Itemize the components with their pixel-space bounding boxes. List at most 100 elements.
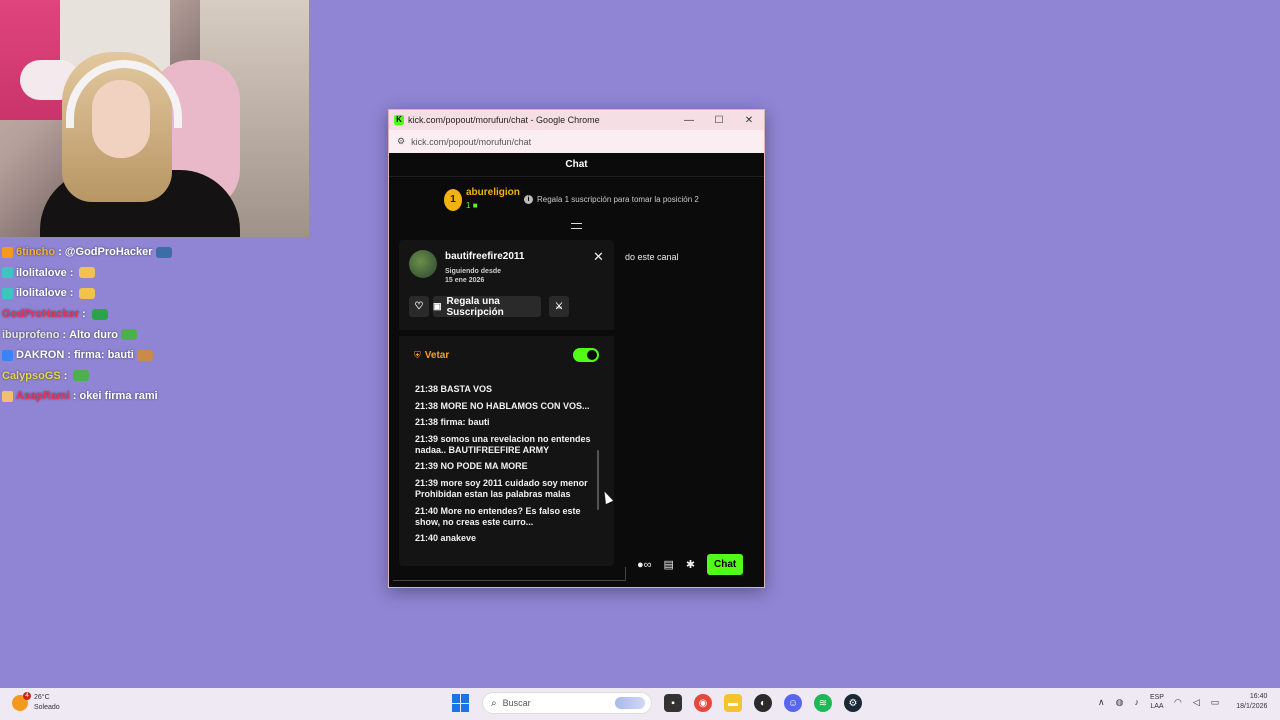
leaderboard-user[interactable]: abureligion: [466, 187, 520, 198]
send-chat-button[interactable]: Chat: [707, 554, 744, 575]
following-since: Siguiendo desde 15 ene 2026: [445, 267, 501, 285]
start-button[interactable]: [452, 694, 470, 712]
overlay-chat-separator: :: [69, 287, 74, 300]
history-message: 21:39 NO PODE MA MORE: [415, 461, 528, 472]
overlay-chat-line: ilolitalove:: [2, 283, 302, 304]
overlay-chat-separator: :: [58, 246, 62, 259]
minimize-icon[interactable]: —: [674, 115, 704, 126]
system-tray: ∧ ◍ ♪ ESP LAA ◠ ◁ ▭ 16:40 18/1/2026: [1098, 692, 1267, 712]
weather-widget[interactable]: 4 26°C Soleado: [12, 692, 60, 713]
toggle-knob: [587, 350, 597, 360]
wifi-icon[interactable]: ◠: [1174, 697, 1182, 708]
card-username[interactable]: bautifreefire2011: [445, 251, 525, 262]
history-message: 21:38 BASTA VOS: [415, 384, 493, 394]
overlay-chat-user: ibuprofeno: [2, 328, 60, 341]
overlay-chat-line: ibuprofeno: Alto duro: [2, 324, 302, 345]
chat-header: Chat: [389, 153, 764, 177]
points-icon[interactable]: ●∞: [637, 559, 652, 571]
network-icon[interactable]: ◍: [1116, 697, 1124, 708]
drag-handle-icon[interactable]: [571, 223, 582, 229]
user-badge-icon: [2, 349, 13, 361]
leaderboard-count-value: 1: [466, 201, 471, 210]
overlay-chat: 6tincho: @GodProHacker ilolitalove: ilolita…: [2, 242, 302, 407]
mod-tools-button[interactable]: ⚔: [549, 296, 569, 317]
url-text: kick.com/popout/morufun/chat: [411, 136, 532, 147]
battery-icon[interactable]: ▭: [1211, 697, 1220, 708]
overlay-chat-line: ilolitalove:: [2, 263, 302, 284]
overlay-chat-message: @GodProHacker: [64, 246, 153, 259]
taskbar-center: ⌕ Buscar ▪ ◉ ▬ ◐ ☺ ≋ ⚙: [452, 692, 862, 714]
weather-desc: Soleado: [34, 704, 60, 711]
overlay-chat-user: AsapRami: [16, 390, 70, 403]
overlay-chat-separator: :: [62, 328, 67, 341]
ban-row: ⛨ Vetar: [414, 348, 599, 362]
task-view-icon[interactable]: ▪: [664, 694, 682, 712]
chrome-popup-window: K kick.com/popout/morufun/chat - Google …: [388, 109, 765, 588]
leaderboard-info-text: Regala 1 suscripción para tomar la posic…: [537, 195, 699, 204]
overlay-chat-separator: :: [69, 266, 74, 279]
gift-sub-button[interactable]: ▣ Regala una Suscripción: [433, 296, 541, 318]
steam-icon[interactable]: ⚙: [844, 694, 862, 712]
leaderboard-count: 1 ■: [466, 201, 478, 210]
search-highlight-icon: [615, 697, 645, 709]
overlay-chat-user: DAKRON: [16, 349, 65, 362]
chevron-up-icon[interactable]: ∧: [1098, 697, 1105, 708]
avatar: [409, 250, 437, 278]
card-divider: [399, 330, 614, 336]
emote-icon: [91, 308, 108, 320]
gift-icon: ▣: [433, 301, 442, 311]
history-message: 21:38 MORE NO HABLAMOS CON VOS...: [415, 400, 590, 411]
overlay-chat-message: okei firma rami: [79, 390, 158, 403]
volume-icon[interactable]: ◁: [1193, 697, 1200, 708]
following-label: Siguiendo desde: [445, 268, 502, 275]
notification-badge: 4: [23, 692, 31, 700]
overlay-chat-user: CalypsoGS: [2, 369, 61, 382]
chat-toolbar: ●∞ ▤ ✱ Chat: [637, 554, 744, 575]
overlay-chat-separator: :: [82, 308, 86, 321]
webcam-feed: [0, 0, 309, 237]
maximize-icon[interactable]: ☐: [704, 115, 734, 126]
overlay-chat-line: CalypsoGS:: [2, 366, 302, 387]
follow-button[interactable]: ♡: [409, 296, 429, 317]
windows-taskbar: 4 26°C Soleado ⌕ Buscar ▪ ◉ ▬ ◐ ☺ ≋ ⚙ ∧ …: [0, 688, 1280, 720]
message-scrollbar[interactable]: [597, 450, 599, 510]
history-message: 21:40 anakeve: [415, 533, 477, 544]
leaderboard-medal-icon: 1: [444, 189, 462, 211]
user-badge-icon: [2, 287, 13, 299]
overlay-chat-separator: :: [63, 369, 68, 382]
lang-bottom: LAA: [1150, 703, 1164, 710]
emote-icon: [79, 287, 96, 299]
emote-icon: [155, 246, 172, 258]
discord-icon[interactable]: ☺: [784, 694, 802, 712]
overlay-chat-user: ilolitalove: [16, 287, 67, 300]
clock[interactable]: 16:40 18/1/2026: [1236, 692, 1267, 712]
history-message: 21:40 More no entendes? Es falso este sh…: [415, 505, 581, 527]
overlay-chat-user: ilolitalove: [16, 266, 67, 279]
taskbar-search[interactable]: ⌕ Buscar: [482, 692, 652, 714]
gear-icon[interactable]: ✱: [686, 558, 695, 571]
user-message-history: 21:38 BASTA VOS 21:38 MORE NO HABLAMOS CO…: [415, 384, 601, 550]
overlay-chat-line: DAKRON: firma: bauti: [2, 345, 302, 366]
chrome-icon[interactable]: ◉: [694, 694, 712, 712]
close-window-icon[interactable]: ✕: [734, 115, 764, 126]
user-badge-icon: [2, 246, 13, 258]
user-badge-icon: [2, 390, 13, 402]
site-info-icon[interactable]: ⚙: [397, 136, 405, 147]
chat-input[interactable]: [393, 567, 626, 581]
ban-toggle[interactable]: [573, 348, 599, 362]
clock-time: 16:40: [1249, 693, 1268, 700]
emote-icon: [136, 349, 153, 361]
spotify-icon[interactable]: ≋: [814, 694, 832, 712]
microphone-icon[interactable]: ♪: [1134, 697, 1139, 707]
language-indicator[interactable]: ESP LAA: [1150, 693, 1164, 711]
mouse-cursor-icon: [600, 489, 614, 505]
overlay-chat-message: firma: bauti: [73, 349, 134, 362]
store-icon[interactable]: ▤: [664, 558, 674, 571]
obs-icon[interactable]: ◐: [754, 694, 772, 712]
window-titlebar[interactable]: K kick.com/popout/morufun/chat - Google …: [389, 110, 764, 130]
close-card-icon[interactable]: ✕: [593, 249, 604, 265]
history-message: 21:39 somos una revelacion no entendes n…: [415, 433, 591, 455]
background-chat-message: do este canal: [625, 252, 679, 262]
file-explorer-icon[interactable]: ▬: [724, 694, 742, 712]
address-bar[interactable]: ⚙ kick.com/popout/morufun/chat: [389, 130, 764, 153]
